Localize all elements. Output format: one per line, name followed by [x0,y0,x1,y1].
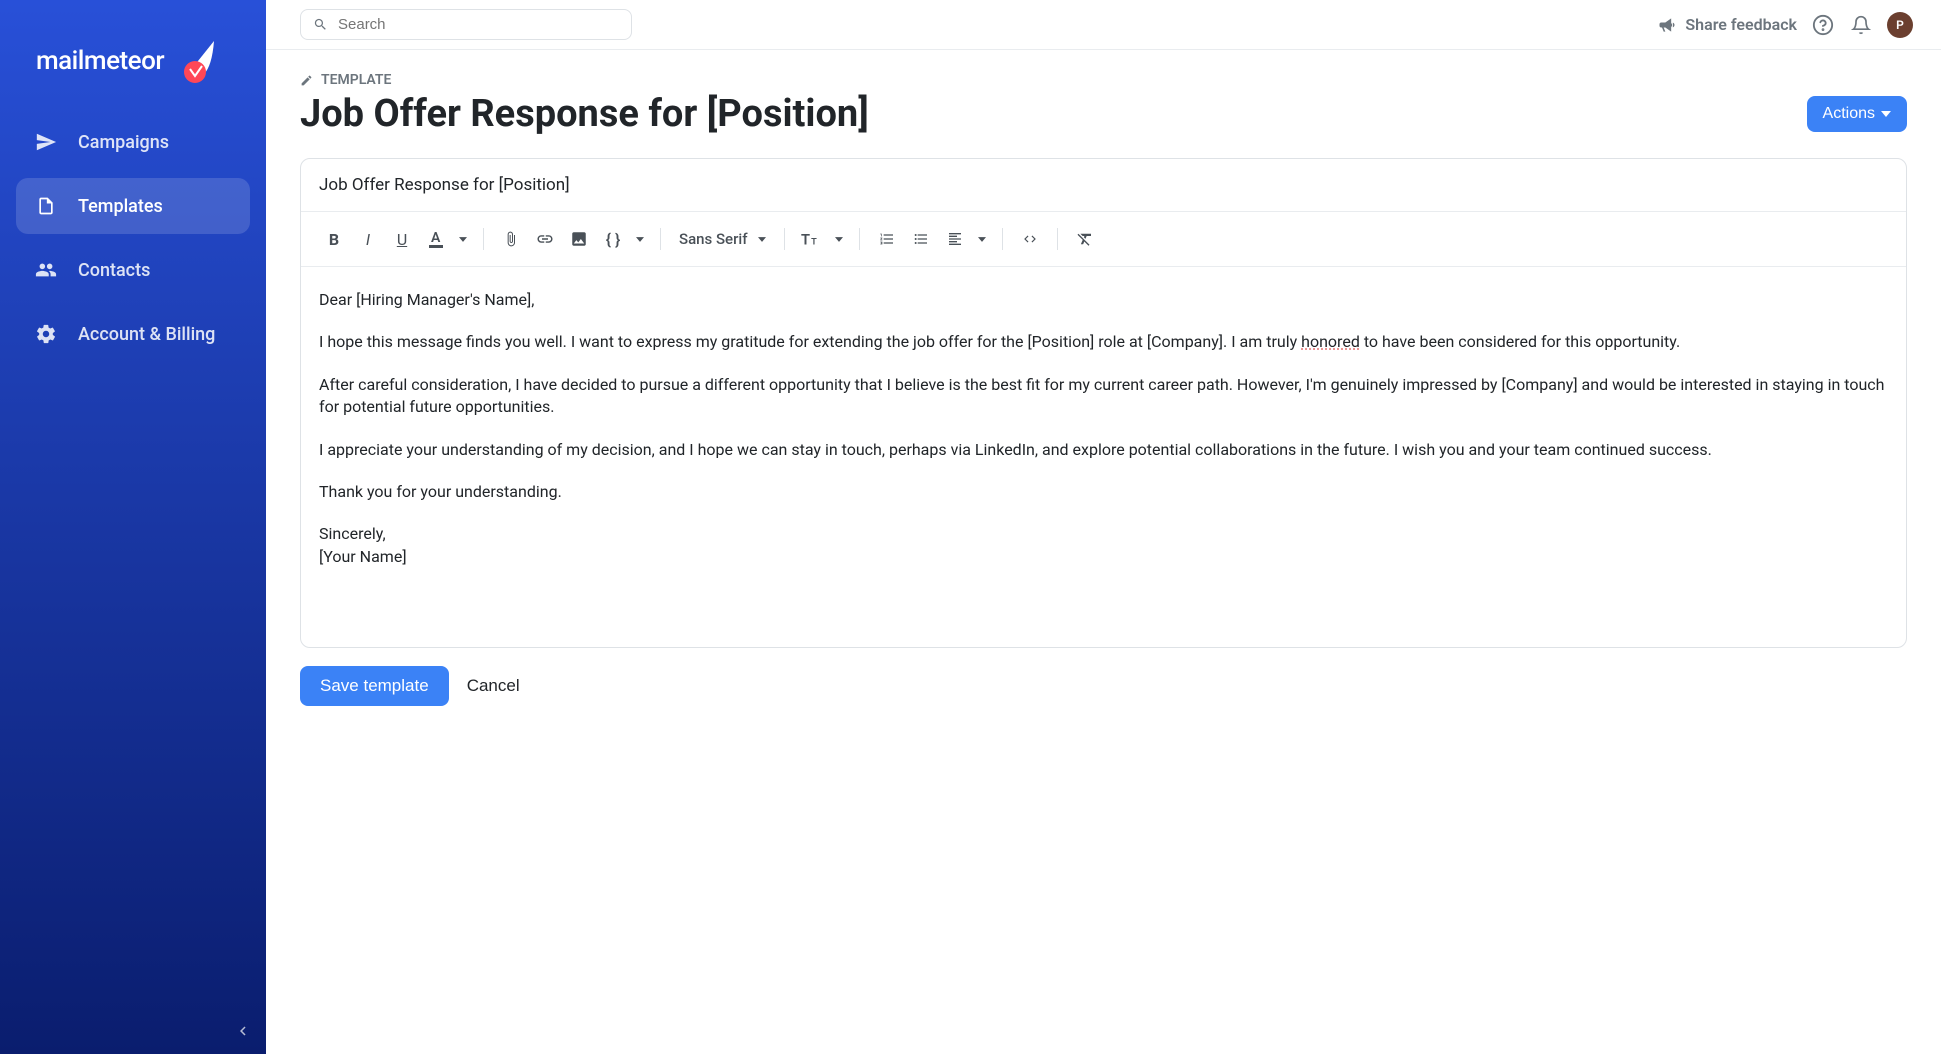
topbar: Share feedback P [266,0,1941,50]
pencil-icon [300,74,313,87]
body-paragraph: [Your Name] [319,546,1888,568]
ordered-list-button[interactable] [872,224,902,254]
actions-label: Actions [1823,105,1875,123]
editor-body[interactable]: Dear [Hiring Manager's Name], I hope thi… [301,267,1906,647]
text-color-dropdown[interactable] [455,224,471,254]
breadcrumb-label: TEMPLATE [321,72,391,88]
sidebar-item-contacts[interactable]: Contacts [16,242,250,298]
sidebar-item-label: Account & Billing [78,324,215,345]
sidebar-nav: Campaigns Templates Contacts Account & B… [0,114,266,362]
brand-name: mailmeteor [36,46,164,76]
sidebar-item-templates[interactable]: Templates [16,178,250,234]
editor-card: Job Offer Response for [Position] B I U … [300,158,1907,648]
align-button[interactable] [940,224,970,254]
sidebar-item-campaigns[interactable]: Campaigns [16,114,250,170]
merge-tag-dropdown[interactable] [632,224,648,254]
attachment-button[interactable] [496,224,526,254]
align-dropdown[interactable] [974,224,990,254]
main: Share feedback P TEMPLATE Job Offer Resp… [266,0,1941,1054]
people-icon [34,258,58,282]
page-title: Job Offer Response for [Position] [300,92,869,136]
text-color-button[interactable]: A [421,224,451,254]
font-size-button[interactable]: TT [797,224,827,254]
svg-text:T: T [811,238,817,248]
subject-input[interactable]: Job Offer Response for [Position] [301,159,1906,212]
actions-dropdown[interactable]: Actions [1807,96,1907,132]
font-family-label: Sans Serif [679,230,748,248]
cancel-button[interactable]: Cancel [467,676,520,696]
sidebar: mailmeteor Campaigns Templates [0,0,266,1054]
editor-toolbar: B I U A [301,212,1906,267]
gear-icon [34,322,58,346]
link-button[interactable] [530,224,560,254]
image-button[interactable] [564,224,594,254]
code-view-button[interactable] [1015,224,1045,254]
sidebar-item-label: Campaigns [78,132,169,153]
share-feedback-button[interactable]: Share feedback [1657,15,1797,35]
feedback-label: Share feedback [1685,15,1797,34]
body-paragraph: After careful consideration, I have deci… [319,374,1888,419]
svg-text:A: A [431,230,441,246]
avatar-initial: P [1896,18,1904,32]
sidebar-item-label: Contacts [78,260,150,281]
body-paragraph: I hope this message finds you well. I wa… [319,331,1888,353]
clear-formatting-button[interactable] [1070,224,1100,254]
underline-button[interactable]: U [387,224,417,254]
save-template-button[interactable]: Save template [300,666,449,706]
unordered-list-button[interactable] [906,224,936,254]
document-icon [34,194,58,218]
search-input[interactable] [338,16,619,33]
avatar[interactable]: P [1887,12,1913,38]
page-header: Job Offer Response for [Position] Action… [300,92,1907,136]
comet-icon [172,36,222,86]
collapse-sidebar-button[interactable] [234,1022,252,1040]
sidebar-item-account-billing[interactable]: Account & Billing [16,306,250,362]
send-icon [34,130,58,154]
font-size-dropdown[interactable] [831,224,847,254]
search-wrap[interactable] [300,9,632,40]
body-paragraph: Sincerely, [319,523,1888,545]
breadcrumb: TEMPLATE [300,72,1907,88]
content: TEMPLATE Job Offer Response for [Positio… [266,50,1941,1054]
footer-actions: Save template Cancel [300,666,1907,706]
font-family-select[interactable]: Sans Serif [673,230,772,248]
search-icon [313,17,328,32]
megaphone-icon [1657,15,1677,35]
body-paragraph: Dear [Hiring Manager's Name], [319,289,1888,311]
bold-button[interactable]: B [319,224,349,254]
merge-tag-button[interactable]: { } [598,224,628,254]
brand-logo[interactable]: mailmeteor [0,18,266,114]
help-button[interactable] [1811,13,1835,37]
caret-down-icon [1881,111,1891,117]
sidebar-item-label: Templates [78,196,163,217]
svg-text:T: T [801,231,810,247]
body-paragraph: I appreciate your understanding of my de… [319,439,1888,461]
notifications-button[interactable] [1849,13,1873,37]
italic-button[interactable]: I [353,224,383,254]
body-paragraph: Thank you for your understanding. [319,481,1888,503]
